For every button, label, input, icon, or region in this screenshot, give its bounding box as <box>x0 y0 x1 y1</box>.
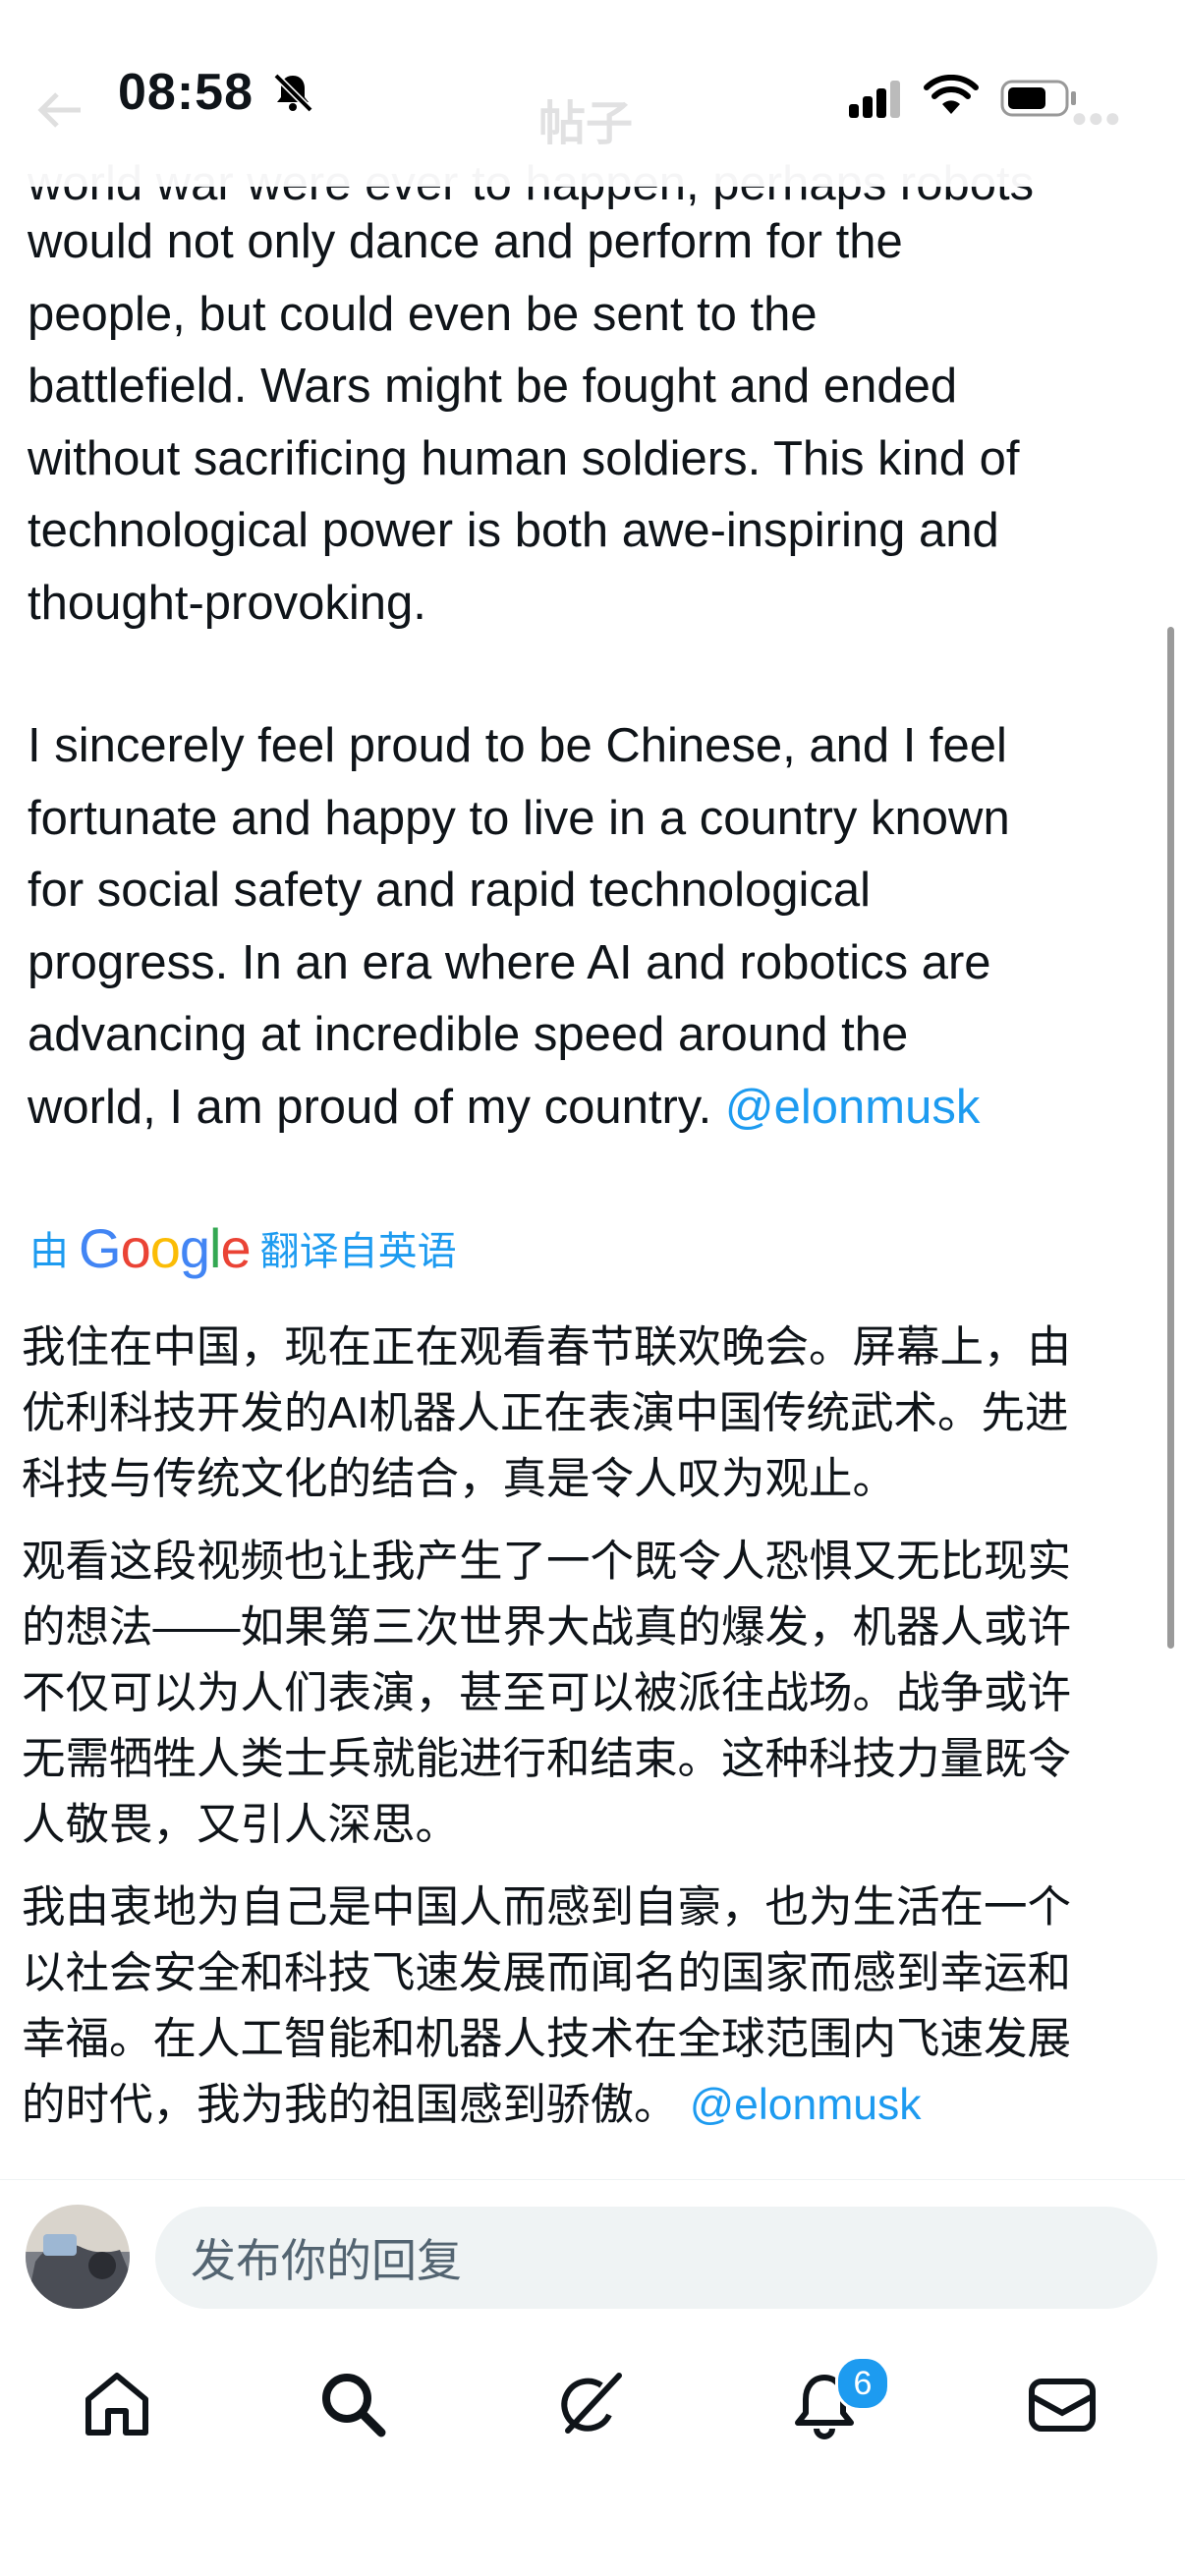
post-text-line: battlefield. Wars might be fought and en… <box>28 360 958 413</box>
bell-slash-icon <box>273 73 313 113</box>
post-text-line: fortunate and happy to live in a country… <box>28 791 1010 845</box>
clock: 08:58 <box>118 64 254 121</box>
status-bar: 帖子 ●●● 08:58 <box>0 0 1185 187</box>
post-text-segment: world, I am proud of my country. <box>28 1080 712 1134</box>
grok-icon[interactable] <box>552 2368 625 2440</box>
scrollbar[interactable] <box>1167 627 1174 1649</box>
translated-line: 观看这段视频也让我产生了一个既令人恐惧又无比现实 <box>22 1538 1072 1586</box>
post-paragraph-en: I sincerely feel proud to be Chinese, an… <box>28 710 1157 1144</box>
post-paragraph-en: would not only dance and perform for the… <box>28 206 1157 640</box>
page-title: 帖子 <box>538 98 634 150</box>
translated-line: 人敬畏，又引人深思。 <box>22 1801 460 1849</box>
translation-prefix: 由 <box>29 1230 69 1273</box>
translated-line: 以社会安全和科技飞速发展而闻名的国家而感到幸运和 <box>22 1949 1072 1997</box>
translation-suffix: 翻译自英语 <box>259 1230 457 1273</box>
translated-line: 科技与传统文化的结合，真是令人叹为观止。 <box>22 1455 897 1503</box>
mention-link[interactable]: @elonmusk <box>725 1081 980 1134</box>
wifi-icon <box>924 75 979 114</box>
translated-line: 的想法——如果第三次世界大战真的爆发，机器人或许 <box>22 1603 1072 1652</box>
translated-line: 优利科技开发的AI机器人正在表演中国传统武术。先进 <box>22 1389 1069 1437</box>
google-logo: Google <box>79 1216 252 1279</box>
translated-line: 不仅可以为人们表演，甚至可以被派往战场。战争或许 <box>22 1669 1072 1717</box>
cellular-signal-icon <box>849 81 900 118</box>
mention-link[interactable]: @elonmusk <box>690 2081 922 2129</box>
post-text-line: technological power is both awe-inspirin… <box>28 504 999 557</box>
translation-label[interactable]: 由 Google 翻译自英语 <box>29 1216 457 1279</box>
post-text-line: people, but could even be sent to the <box>28 287 818 341</box>
back-arrow-icon[interactable] <box>35 90 85 130</box>
translated-paragraph: 观看这段视频也让我产生了一个既令人恐惧又无比现实 的想法——如果第三次世界大战真… <box>22 1529 1161 1858</box>
translated-line: 我由衷地为自己是中国人而感到自豪，也为生活在一个 <box>22 1883 1072 1932</box>
translated-paragraph: 我由衷地为自己是中国人而感到自豪，也为生活在一个 以社会安全和科技飞速发展而闻名… <box>22 1875 1161 2138</box>
reply-placeholder: 发布你的回复 <box>191 2235 462 2286</box>
translated-line: 的时代，我为我的祖国感到骄傲。 @elonmusk <box>22 2072 1161 2138</box>
post-text-line: I sincerely feel proud to be Chinese, an… <box>28 719 1007 772</box>
post-text-line: progress. In an era where AI and robotic… <box>28 935 991 989</box>
post-text-line: world, I am proud of my country. @elonmu… <box>28 1072 1157 1145</box>
translated-segment: 的时代，我为我的祖国感到骄傲。 <box>22 2081 678 2129</box>
battery-icon <box>1000 80 1076 117</box>
notification-badge: 6 <box>835 2356 890 2411</box>
avatar[interactable] <box>26 2205 130 2309</box>
reply-input[interactable]: 发布你的回复 <box>155 2207 1157 2309</box>
post-text-line: for social safety and rapid technologica… <box>28 864 872 917</box>
post-text-line: would not only dance and perform for the <box>28 215 903 268</box>
translated-line: 幸福。在人工智能和机器人技术在全球范围内飞速发展 <box>22 2015 1072 2063</box>
post-text-line: advancing at incredible speed around the <box>28 1008 909 1061</box>
translated-line: 无需牺牲人类士兵就能进行和结束。这种科技力量既令 <box>22 1735 1072 1783</box>
mail-icon[interactable] <box>1026 2368 1099 2440</box>
post-text-line: thought-provoking. <box>28 576 426 630</box>
home-icon[interactable] <box>81 2368 153 2440</box>
translated-line: 我住在中国，现在正在观看春节联欢晚会。屏幕上，由 <box>22 1323 1072 1372</box>
post-text-line: without sacrificing human soldiers. This… <box>28 431 1020 485</box>
translated-paragraph: 我住在中国，现在正在观看春节联欢晚会。屏幕上，由 优利科技开发的AI机器人正在表… <box>22 1315 1161 1512</box>
search-icon[interactable] <box>316 2368 389 2440</box>
